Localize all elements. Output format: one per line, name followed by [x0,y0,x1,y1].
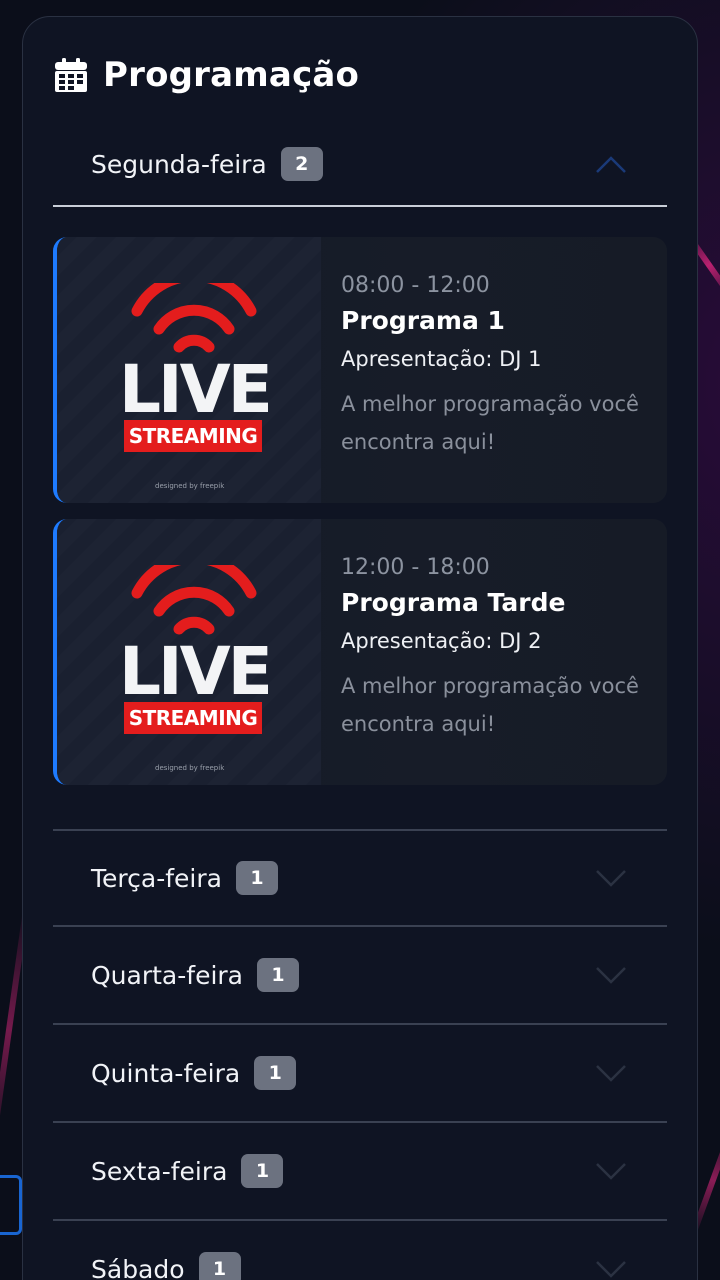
streaming-banner: STREAMING [124,420,262,452]
day-label: Segunda-feira [91,149,267,179]
chevron-down-icon [596,1065,626,1082]
program-count-badge: 1 [241,1154,284,1188]
schedule-panel: Programação Segunda-feira 2 LIVE STREAMI… [22,16,698,1280]
streaming-banner: STREAMING [124,702,262,734]
program-count-badge: 1 [198,1252,241,1280]
live-streaming-image: LIVE STREAMING designed by freepik [57,519,321,785]
program-host: Apresentação: DJ 1 [341,347,542,371]
program-name: Programa 1 [341,306,505,335]
program-name: Programa Tarde [341,588,566,617]
chevron-down-icon [596,870,626,887]
day-toggle-sabado[interactable]: Sábado 1 [53,1221,667,1280]
program-card[interactable]: LIVE STREAMING designed by freepik 12:00… [53,519,667,785]
image-credit: designed by freepik [155,482,225,490]
background-accent [0,1175,22,1235]
day-label: Quinta-feira [91,1058,241,1088]
panel-header: Programação [53,47,667,103]
program-card[interactable]: LIVE STREAMING designed by freepik 08:00… [53,237,667,503]
page-title: Programação [103,55,360,95]
chevron-down-icon [596,1163,626,1180]
program-count-badge: 1 [254,1056,297,1090]
program-info: 08:00 - 12:00 Programa 1 Apresentação: D… [321,237,667,503]
day-toggle-sexta[interactable]: Sexta-feira 1 [53,1123,667,1221]
program-time: 12:00 - 18:00 [341,555,490,580]
program-time: 08:00 - 12:00 [341,273,490,298]
day-toggle-segunda[interactable]: Segunda-feira 2 [53,123,667,207]
live-text: LIVE [119,633,273,710]
day-toggle-quarta[interactable]: Quarta-feira 1 [53,927,667,1025]
day-label: Sábado [91,1254,185,1280]
chevron-down-icon [596,967,626,984]
program-count-badge: 2 [280,147,323,181]
live-text: LIVE [119,351,273,428]
day-label: Terça-feira [91,863,222,893]
program-info: 12:00 - 18:00 Programa Tarde Apresentaçã… [321,519,667,785]
live-streaming-image: LIVE STREAMING designed by freepik [57,237,321,503]
chevron-up-icon [596,156,626,173]
chevron-down-icon [596,1261,626,1278]
day-label: Sexta-feira [91,1156,228,1186]
day-toggle-quinta[interactable]: Quinta-feira 1 [53,1025,667,1123]
program-host: Apresentação: DJ 2 [341,629,542,653]
program-description: A melhor programação você encontra aqui! [341,674,639,736]
program-description: A melhor programação você encontra aqui! [341,392,639,454]
program-count-badge: 1 [257,958,299,992]
day-toggle-terca[interactable]: Terça-feira 1 [53,829,667,927]
day-label: Quarta-feira [91,960,243,990]
image-credit: designed by freepik [155,764,225,772]
calendar-icon [53,57,89,93]
program-list: LIVE STREAMING designed by freepik 08:00… [53,207,667,785]
program-count-badge: 1 [235,861,278,895]
